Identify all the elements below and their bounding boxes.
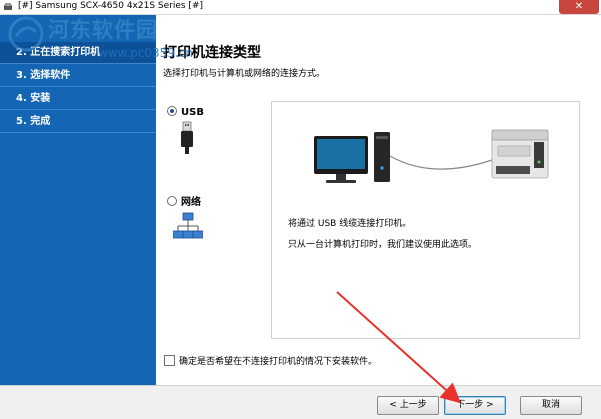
close-button[interactable]: ✕ bbox=[559, 0, 599, 14]
usb-icon bbox=[181, 121, 193, 154]
watermark-url: www.pc0359.cn bbox=[98, 46, 193, 60]
step-select-software: 3. 选择软件 bbox=[0, 65, 156, 87]
back-button[interactable]: < 上一步 bbox=[377, 396, 439, 415]
watermark-title: 河东软件园 bbox=[48, 18, 158, 42]
usb-radio[interactable] bbox=[167, 106, 177, 116]
window-title: [#] Samsung SCX-4650 4x21S Series [#] bbox=[18, 1, 203, 11]
step-label: 3. 选择软件 bbox=[16, 70, 71, 81]
connection-description-panel: 将通过 USB 线缆连接打印机。 只从一台计算机打印时，我们建议使用此选项。 bbox=[271, 101, 580, 339]
next-button[interactable]: 下一步 > bbox=[444, 396, 506, 415]
step-finish: 5. 完成 bbox=[0, 111, 156, 133]
usb-description: 将通过 USB 线缆连接打印机。 bbox=[288, 219, 412, 229]
main-content: 打印机连接类型 选择打印机与计算机或网络的连接方式。 USB 网络 将通过 US… bbox=[156, 15, 601, 385]
close-icon: ✕ bbox=[574, 1, 584, 12]
title-bar: [#] Samsung SCX-4650 4x21S Series [#] ✕ bbox=[0, 0, 601, 15]
step-install: 4. 安装 bbox=[0, 88, 156, 110]
computer-printer-illustration bbox=[314, 129, 549, 183]
network-icon bbox=[173, 212, 203, 239]
step-label: 5. 完成 bbox=[16, 116, 51, 127]
watermark-logo-icon bbox=[8, 16, 44, 52]
usb-recommendation: 只从一台计算机打印时，我们建议使用此选项。 bbox=[288, 240, 478, 250]
network-option[interactable]: 网络 bbox=[167, 193, 201, 208]
wizard-steps-sidebar: 2. 正在搜索打印机 3. 选择软件 4. 安装 5. 完成 bbox=[0, 15, 156, 385]
button-bar: < 上一步 下一步 > 取消 bbox=[0, 385, 601, 419]
usb-option-label: USB bbox=[181, 107, 204, 118]
install-without-printer-checkbox[interactable] bbox=[164, 355, 175, 366]
page-subtitle: 选择打印机与计算机或网络的连接方式。 bbox=[163, 69, 326, 79]
network-option-label: 网络 bbox=[181, 197, 201, 208]
install-without-printer-option[interactable]: 确定是否希望在不连接打印机的情况下安装软件。 bbox=[164, 354, 377, 367]
app-icon bbox=[4, 3, 12, 10]
step-label: 4. 安装 bbox=[16, 93, 51, 104]
install-without-printer-label: 确定是否希望在不连接打印机的情况下安装软件。 bbox=[179, 357, 378, 367]
network-radio[interactable] bbox=[167, 196, 177, 206]
cancel-button[interactable]: 取消 bbox=[520, 396, 582, 415]
usb-option[interactable]: USB bbox=[167, 106, 204, 118]
